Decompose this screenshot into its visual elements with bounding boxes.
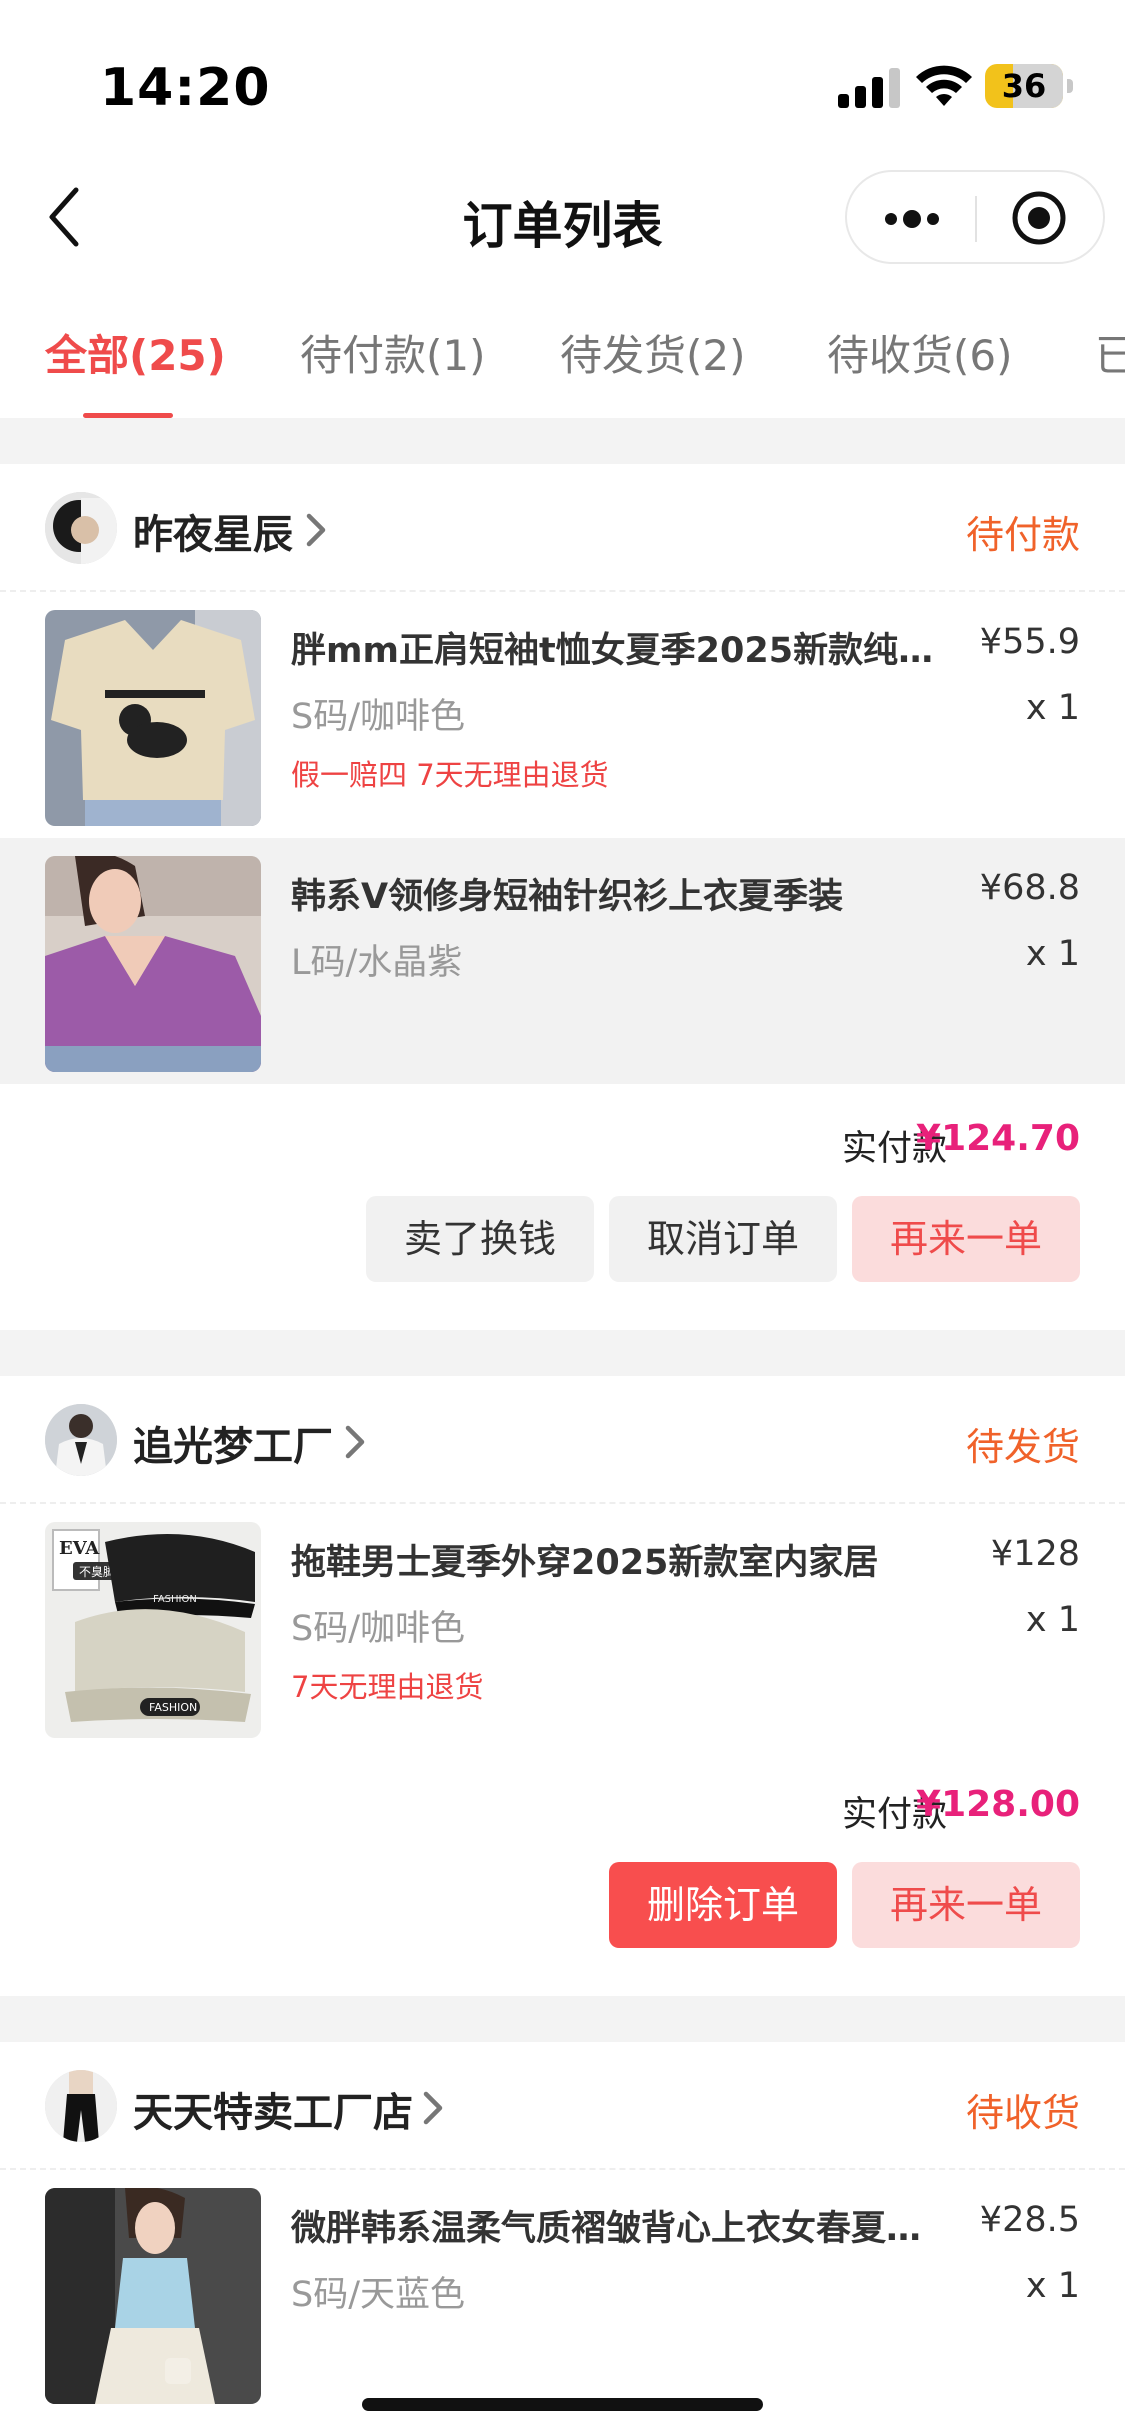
- total-amount: ¥124.70: [916, 1118, 1080, 1159]
- battery-level: 36: [1001, 67, 1047, 105]
- buy-again-button[interactable]: 再来一单: [852, 1862, 1080, 1948]
- delete-order-button[interactable]: 删除订单: [609, 1862, 837, 1948]
- chevron-right-icon: [345, 1425, 365, 1459]
- chevron-right-icon: [306, 513, 326, 547]
- thumb-brand-text: EVA: [59, 1538, 100, 1559]
- order-status: 待收货: [965, 2091, 1080, 2135]
- tab-completed[interactable]: 已: [1095, 322, 1125, 383]
- order-card: 追光梦工厂 待发货 EVA 不臭脚 FASHION FASHION 拖鞋男士夏季: [0, 1376, 1125, 1982]
- buy-again-button[interactable]: 再来一单: [852, 1196, 1080, 1282]
- wifi-icon: [916, 65, 972, 106]
- shop-avatar: [45, 2070, 117, 2142]
- section-gap: [0, 418, 1125, 464]
- nav-bar: 订单列表: [0, 150, 1125, 285]
- product-price: ¥28.5: [979, 2200, 1080, 2240]
- status-time: 14:20: [100, 58, 271, 118]
- shop-avatar: [45, 492, 117, 564]
- product-title: 拖鞋男士夏季外穿2025新款室内家居: [291, 1543, 879, 1583]
- product-title: 韩系V领修身短袖针织衫上衣夏季装: [291, 877, 844, 917]
- shop-name[interactable]: 昨夜星辰: [133, 502, 293, 560]
- order-actions: 删除订单 再来一单: [0, 1862, 1125, 1982]
- product-spec: S码/天蓝色: [291, 2275, 466, 2315]
- product-price: ¥68.8: [979, 868, 1080, 908]
- order-status: 待发货: [965, 1425, 1080, 1469]
- battery-icon: 36: [985, 64, 1073, 108]
- section-gap: [0, 1330, 1125, 1376]
- order-actions: 卖了换钱 取消订单 再来一单: [0, 1196, 1125, 1316]
- product-title: 胖mm正肩短袖t恤女夏季2025新款纯棉…: [291, 631, 951, 671]
- product-spec: L码/水晶紫: [291, 943, 463, 983]
- shop-avatar: [45, 1404, 117, 1476]
- shop-name[interactable]: 追光梦工厂: [133, 1414, 333, 1472]
- product-spec: S码/咖啡色: [291, 1609, 466, 1649]
- order-status: 待付款: [965, 513, 1080, 557]
- order-item[interactable]: 韩系V领修身短袖针织衫上衣夏季装 ¥68.8 L码/水晶紫 x 1: [0, 838, 1125, 1084]
- tab-pending-receipt[interactable]: 待收货(6): [827, 322, 1013, 383]
- target-circle-icon[interactable]: [1009, 188, 1069, 248]
- product-image: [45, 856, 261, 1072]
- product-image: [45, 610, 261, 826]
- order-item[interactable]: 胖mm正肩短袖t恤女夏季2025新款纯棉… ¥55.9 S码/咖啡色 x 1 假…: [0, 592, 1125, 838]
- order-tabs: 全部(25) 待付款(1) 待发货(2) 待收货(6) 已: [0, 300, 1125, 418]
- tab-pending-shipment[interactable]: 待发货(2): [560, 322, 746, 383]
- shop-header[interactable]: 昨夜星辰 待付款: [0, 464, 1125, 592]
- order-item[interactable]: EVA 不臭脚 FASHION FASHION 拖鞋男士夏季外穿2025新款室内…: [0, 1504, 1125, 1750]
- home-indicator: [362, 2398, 763, 2411]
- order-item[interactable]: 微胖韩系温柔气质褶皱背心上衣女春夏… ¥28.5 S码/天蓝色 x 1: [0, 2170, 1125, 2416]
- tab-pending-payment[interactable]: 待付款(1): [300, 322, 486, 383]
- total-amount: ¥128.00: [916, 1784, 1080, 1825]
- resell-button[interactable]: 卖了换钱: [366, 1196, 594, 1282]
- more-dots-icon[interactable]: [877, 194, 947, 244]
- thumb-print-text-dark: FASHION: [153, 1594, 197, 1605]
- product-image: EVA 不臭脚 FASHION FASHION: [45, 1522, 261, 1738]
- product-quantity: x 1: [1025, 934, 1080, 974]
- tab-all[interactable]: 全部(25): [45, 322, 226, 383]
- miniprogram-capsule: [845, 170, 1105, 264]
- product-price: ¥55.9: [979, 622, 1080, 662]
- shop-header[interactable]: 追光梦工厂 待发货: [0, 1376, 1125, 1504]
- capsule-divider: [975, 196, 977, 242]
- order-card: 天天特卖工厂店 待收货 微胖韩系温柔气质褶皱背心上衣女春夏… ¥28.5 S码/…: [0, 2042, 1125, 2416]
- product-service-tags: 假一赔四 7天无理由退货: [291, 758, 609, 792]
- section-gap: [0, 1996, 1125, 2042]
- order-card: 昨夜星辰 待付款 胖mm正肩短袖t恤女夏季2025新款纯棉… ¥55.9 S码/…: [0, 464, 1125, 1316]
- product-quantity: x 1: [1025, 1600, 1080, 1640]
- chevron-right-icon: [423, 2091, 443, 2125]
- thumb-print-text: FASHION: [149, 1701, 197, 1714]
- shop-header[interactable]: 天天特卖工厂店 待收货: [0, 2042, 1125, 2170]
- order-total: 实付款 ¥128.00: [0, 1750, 1125, 1862]
- product-spec: S码/咖啡色: [291, 697, 466, 737]
- status-bar: 14:20 36: [0, 0, 1125, 150]
- product-service-tags: 7天无理由退货: [291, 1670, 484, 1704]
- order-total: 实付款 ¥124.70: [0, 1084, 1125, 1196]
- product-quantity: x 1: [1025, 688, 1080, 728]
- signal-icon: [838, 68, 900, 108]
- product-quantity: x 1: [1025, 2266, 1080, 2306]
- shop-name[interactable]: 天天特卖工厂店: [133, 2080, 413, 2138]
- cancel-order-button[interactable]: 取消订单: [609, 1196, 837, 1282]
- product-title: 微胖韩系温柔气质褶皱背心上衣女春夏…: [291, 2209, 922, 2249]
- product-image: [45, 2188, 261, 2404]
- product-price: ¥128: [990, 1534, 1080, 1574]
